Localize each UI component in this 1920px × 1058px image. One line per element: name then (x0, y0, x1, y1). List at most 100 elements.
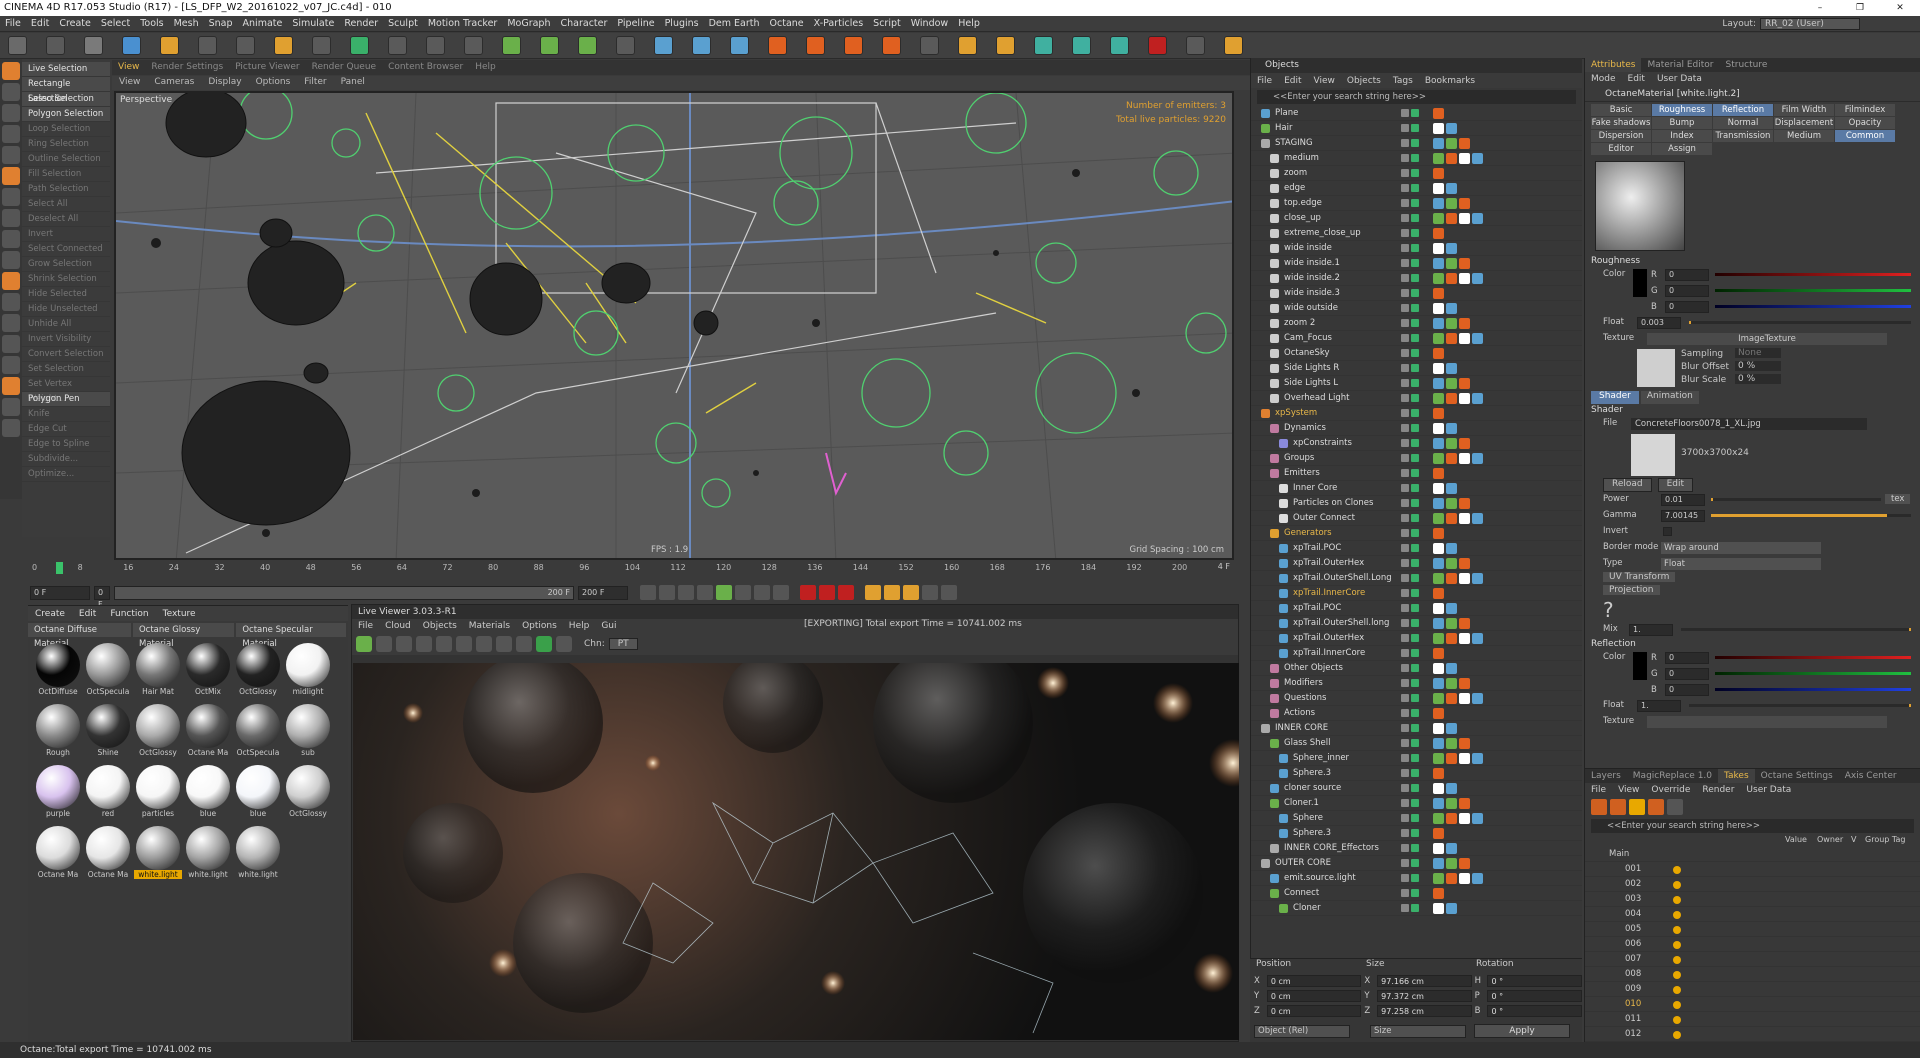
render-visibility-icon[interactable] (1411, 304, 1419, 312)
object-tag-icon[interactable] (1459, 558, 1470, 569)
object-tag-icon[interactable] (1459, 138, 1470, 149)
mode-tool-icon[interactable] (2, 230, 20, 248)
visibility-flags[interactable] (1401, 904, 1431, 913)
render-visibility-icon[interactable] (1411, 649, 1419, 657)
channel-tab-film-width[interactable]: Film Width (1774, 104, 1834, 116)
editor-visibility-icon[interactable] (1401, 889, 1409, 897)
take-check-icon[interactable] (1673, 1031, 1681, 1039)
object-row[interactable]: wide inside (1251, 241, 1582, 256)
take-check-icon[interactable] (1673, 1001, 1681, 1009)
render-visibility-icon[interactable] (1411, 364, 1419, 372)
object-menu-objects[interactable]: Objects (1341, 76, 1387, 86)
object-row[interactable]: xpTrail.OuterHex (1251, 631, 1582, 646)
object-row[interactable]: edge (1251, 181, 1582, 196)
size-field[interactable]: 97.166 cm (1377, 974, 1472, 987)
object-tag-icon[interactable] (1472, 813, 1483, 824)
render-visibility-icon[interactable] (1411, 484, 1419, 492)
object-tag-icon[interactable] (1472, 153, 1483, 164)
tex-button[interactable]: tex (1885, 494, 1911, 504)
object-tag-icon[interactable] (1446, 903, 1457, 914)
transport-button-icon[interactable] (865, 585, 881, 600)
visibility-flags[interactable] (1401, 274, 1431, 283)
visibility-flags[interactable] (1401, 679, 1431, 688)
render-visibility-icon[interactable] (1411, 859, 1419, 867)
object-tag-icon[interactable] (1433, 843, 1444, 854)
menu-render[interactable]: Render (339, 18, 383, 29)
object-tag-icon[interactable] (1433, 588, 1444, 599)
material-swatch[interactable]: blue (234, 765, 282, 823)
object-tag-icon[interactable] (1459, 273, 1470, 284)
take-check-icon[interactable] (1673, 941, 1681, 949)
take-check-icon[interactable] (1673, 926, 1681, 934)
live-viewer-menu-cloud[interactable]: Cloud (379, 621, 417, 631)
invert-checkbox[interactable] (1663, 527, 1672, 536)
take-row[interactable]: 005 (1585, 922, 1920, 937)
material-swatch[interactable]: red (84, 765, 132, 823)
editor-visibility-icon[interactable] (1401, 199, 1409, 207)
editor-visibility-icon[interactable] (1401, 319, 1409, 327)
toolbar-tool-icon[interactable] (84, 36, 103, 55)
editor-visibility-icon[interactable] (1401, 799, 1409, 807)
editor-visibility-icon[interactable] (1401, 829, 1409, 837)
projection-button[interactable]: Projection (1603, 585, 1660, 595)
material-swatch[interactable]: Octane Ma (84, 826, 132, 884)
mode-tool-icon[interactable] (2, 146, 20, 164)
object-tag-icon[interactable] (1433, 123, 1444, 134)
border-mode-dropdown[interactable]: Wrap around (1661, 542, 1821, 554)
render-visibility-icon[interactable] (1411, 109, 1419, 117)
object-row[interactable]: xpSystem (1251, 406, 1582, 421)
render-visibility-icon[interactable] (1411, 169, 1419, 177)
layout-dropdown[interactable]: RR_02 (User) (1760, 18, 1860, 30)
render-visibility-icon[interactable] (1411, 844, 1419, 852)
editor-visibility-icon[interactable] (1401, 634, 1409, 642)
toolbar-tool-icon[interactable] (1072, 36, 1091, 55)
take-row[interactable]: 008 (1585, 967, 1920, 982)
end-frame-field[interactable]: 200 F (578, 586, 628, 600)
channel-tab-transmission[interactable]: Transmission (1713, 130, 1773, 142)
object-tag-icon[interactable] (1433, 468, 1444, 479)
material-swatch[interactable]: OctGlossy (284, 765, 332, 823)
reflection-texture-slot[interactable] (1647, 716, 1887, 728)
visibility-flags[interactable] (1401, 424, 1431, 433)
editor-visibility-icon[interactable] (1401, 619, 1409, 627)
take-row[interactable]: 010 (1585, 997, 1920, 1012)
mode-tool-icon[interactable] (2, 125, 20, 143)
object-tag-icon[interactable] (1446, 423, 1457, 434)
channel-tab-filmindex[interactable]: Filmindex (1835, 104, 1895, 116)
mode-tool-icon[interactable] (2, 62, 20, 80)
object-menu-view[interactable]: View (1308, 76, 1341, 86)
object-tag-icon[interactable] (1433, 723, 1444, 734)
object-tag-icon[interactable] (1433, 513, 1444, 524)
viewport-menu-panel[interactable]: Panel (334, 76, 372, 90)
render-visibility-icon[interactable] (1411, 439, 1419, 447)
object-tag-icon[interactable] (1472, 633, 1483, 644)
editor-visibility-icon[interactable] (1401, 259, 1409, 267)
object-tag-icon[interactable] (1433, 558, 1444, 569)
take-check-icon[interactable] (1673, 896, 1681, 904)
mode-tool-icon[interactable] (2, 419, 20, 437)
menu-snap[interactable]: Snap (204, 18, 238, 29)
object-tag-icon[interactable] (1472, 693, 1483, 704)
object-row[interactable]: medium (1251, 151, 1582, 166)
transport-button-icon[interactable] (922, 585, 938, 600)
toolbar-tool-icon[interactable] (1034, 36, 1053, 55)
object-tag-icon[interactable] (1446, 393, 1457, 404)
object-tag-icon[interactable] (1472, 393, 1483, 404)
toolbar-tool-icon[interactable] (844, 36, 863, 55)
object-tag-icon[interactable] (1446, 258, 1457, 269)
editor-visibility-icon[interactable] (1401, 244, 1409, 252)
object-tag-icon[interactable] (1459, 513, 1470, 524)
tab-content-browser[interactable]: Content Browser (382, 60, 469, 75)
tab-view[interactable]: View (112, 60, 145, 75)
object-menu-edit[interactable]: Edit (1278, 76, 1307, 86)
menu-item-rectangle-selection[interactable]: Rectangle Selection (22, 77, 110, 104)
attribute-menu-mode[interactable]: Mode (1585, 74, 1622, 84)
object-tag-icon[interactable] (1446, 243, 1457, 254)
visibility-flags[interactable] (1401, 574, 1431, 583)
take-check-icon[interactable] (1673, 956, 1681, 964)
transport-button-icon[interactable] (678, 585, 694, 600)
object-tag-icon[interactable] (1446, 153, 1457, 164)
reflection-b-slider[interactable] (1715, 688, 1911, 691)
transport-button-icon[interactable] (941, 585, 957, 600)
visibility-flags[interactable] (1401, 124, 1431, 133)
